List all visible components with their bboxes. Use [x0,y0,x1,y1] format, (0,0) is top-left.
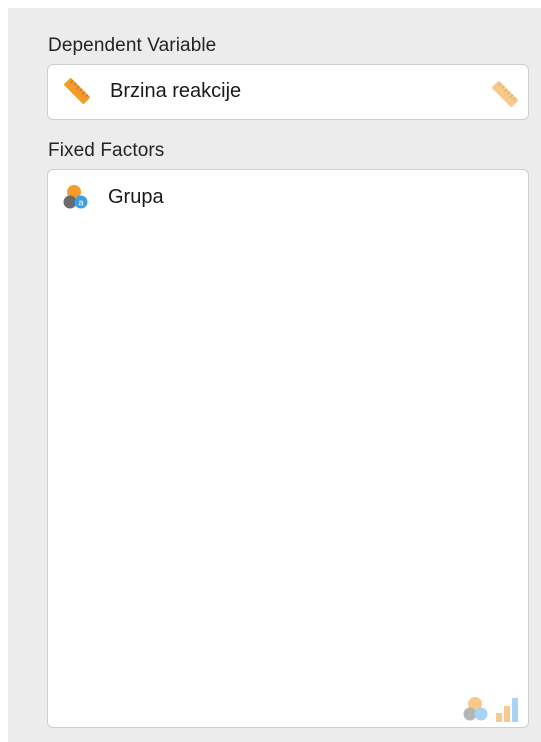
variables-panel: Dependent Variable Brzina reakcije Fixed… [8,8,541,742]
accepted-types [462,695,520,723]
ordinal-icon [496,698,518,722]
ruler-icon [63,77,91,105]
nominal-icon [463,697,488,721]
fixed-factor-item[interactable]: a Grupa [62,183,164,211]
fixed-factors-heading: Fixed Factors [48,140,165,161]
dependent-variable-item[interactable]: Brzina reakcije [62,76,241,106]
accepted-ruler-icon [491,80,519,108]
dependent-variable-label: Brzina reakcije [110,79,242,102]
dependent-variable-box[interactable]: Brzina reakcije [47,64,529,120]
dependent-variable-heading: Dependent Variable [48,35,217,56]
svg-text:a: a [78,198,83,208]
fixed-factor-label: Grupa [108,185,164,208]
fixed-factors-box[interactable]: a Grupa [47,169,529,728]
nominal-text-icon: a [63,185,88,209]
